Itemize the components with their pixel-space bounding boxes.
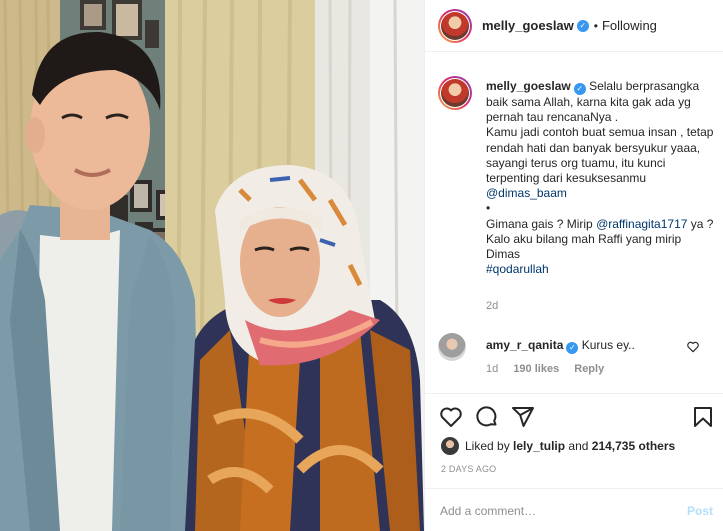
comment-reply-button[interactable]: Reply xyxy=(574,363,604,375)
caption-avatar[interactable] xyxy=(438,76,472,110)
caption-line-2: Kamu jadi contoh buat semua insan , teta… xyxy=(486,125,714,186)
caption-line-3: Gimana gais ? Mirip xyxy=(486,216,593,231)
author-username[interactable]: melly_goeslaw xyxy=(482,18,574,33)
hashtag-qodarullah[interactable]: #qodarullah xyxy=(486,262,549,276)
comment-likes[interactable]: 190 likes xyxy=(513,363,559,375)
post-date[interactable]: 2 DAYS AGO xyxy=(441,464,496,474)
verified-badge-icon: ✓ xyxy=(573,83,586,95)
bookmark-icon[interactable] xyxy=(691,405,715,429)
caption-age[interactable]: 2d xyxy=(486,300,498,312)
comment-input[interactable]: Add a comment… xyxy=(440,504,536,518)
likes-summary: Liked by lely_tulip and 214,735 others xyxy=(441,437,675,455)
likes-middle: and xyxy=(568,439,589,453)
likes-count[interactable]: 214,735 others xyxy=(592,439,675,453)
caption-username[interactable]: melly_goeslaw xyxy=(486,79,571,93)
liker-avatar[interactable] xyxy=(441,437,459,455)
action-bar xyxy=(425,393,723,429)
commenter-username[interactable]: amy_r_qanita xyxy=(486,338,563,352)
comment-meta: 1d 190 likes Reply xyxy=(486,363,616,375)
header-separator: • xyxy=(593,18,598,33)
comment-body: Kurus ey.. xyxy=(581,338,635,352)
caption-bullet: • xyxy=(486,201,491,216)
verified-badge-icon: ✓ xyxy=(576,19,589,32)
post-photo[interactable] xyxy=(0,0,424,531)
liker-username[interactable]: lely_tulip xyxy=(513,439,565,453)
post-comment-button[interactable]: Post xyxy=(687,504,713,518)
comment-icon[interactable] xyxy=(475,405,499,429)
verified-badge-icon: ✓ xyxy=(566,342,579,354)
share-icon[interactable] xyxy=(511,405,535,429)
mention-dimas[interactable]: @dimas_baam xyxy=(486,186,567,200)
comment-text: amy_r_qanita ✓ Kurus ey.. xyxy=(486,338,635,354)
following-button[interactable]: Following xyxy=(602,18,657,33)
post-detail-panel: melly_goeslaw ✓ • Following melly_goesla… xyxy=(424,0,723,531)
comment-like-heart-icon[interactable] xyxy=(686,340,700,354)
likes-prefix: Liked by xyxy=(465,439,510,453)
post-header: melly_goeslaw ✓ • Following xyxy=(425,0,723,52)
comment-time[interactable]: 1d xyxy=(486,363,498,375)
commenter-avatar[interactable] xyxy=(438,333,466,361)
mention-raffinagita[interactable]: @raffinagita1717 xyxy=(596,217,687,231)
add-comment-bar: Add a comment… Post xyxy=(425,488,723,531)
heart-icon[interactable] xyxy=(439,405,463,429)
author-avatar[interactable] xyxy=(438,8,472,43)
caption-text: melly_goeslaw ✓ Selalu berprasangka baik … xyxy=(486,79,716,277)
